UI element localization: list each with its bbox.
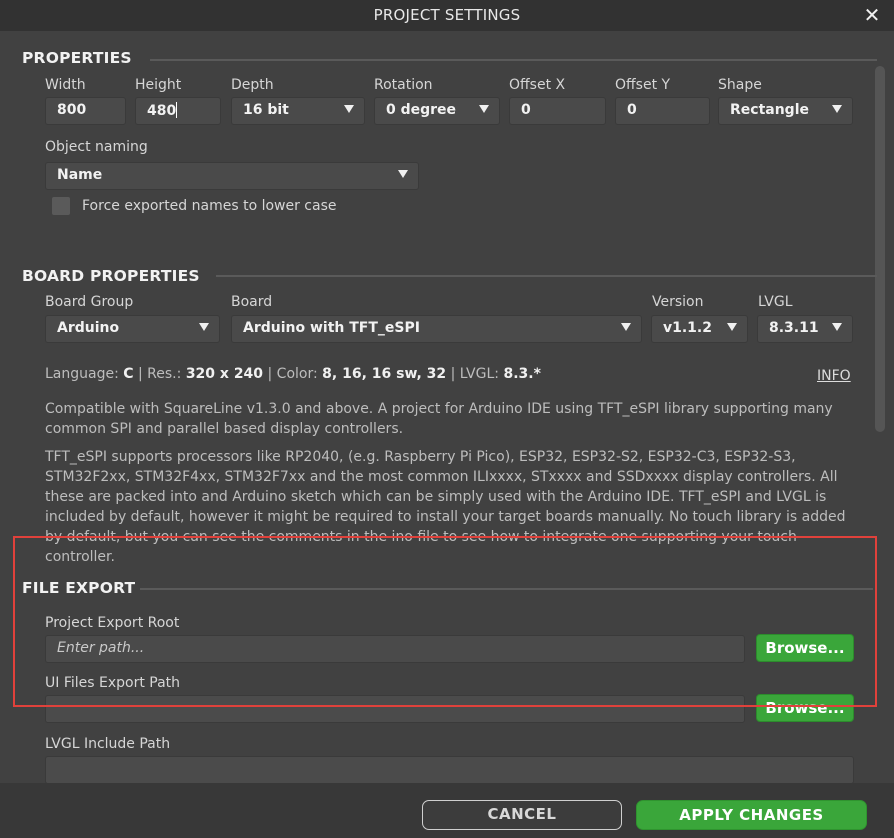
version-label: Version: [652, 294, 704, 310]
height-input[interactable]: 480: [135, 97, 221, 125]
depth-dropdown[interactable]: 16 bit: [231, 97, 365, 125]
shape-label: Shape: [718, 77, 762, 93]
chevron-down-icon: [479, 105, 489, 113]
separator: |: [138, 366, 143, 382]
lvgl-include-path-label: LVGL Include Path: [45, 736, 171, 752]
rotation-value: 0 degree: [386, 102, 457, 118]
board-group-value: Arduino: [57, 320, 120, 336]
properties-heading: PROPERTIES: [22, 49, 132, 67]
chevron-down-icon: [398, 170, 408, 178]
chevron-down-icon: [621, 323, 631, 331]
rotation-dropdown[interactable]: 0 degree: [374, 97, 500, 125]
board-group-dropdown[interactable]: Arduino: [45, 315, 220, 343]
language-label: Language:: [45, 366, 119, 382]
chevron-down-icon: [832, 105, 842, 113]
force-lowercase-checkbox[interactable]: [52, 197, 70, 215]
file-export-highlight: [13, 536, 877, 707]
width-label: Width: [45, 77, 86, 93]
scrollbar[interactable]: [875, 66, 885, 432]
project-settings-dialog: PROJECT SETTINGS ✕ PROPERTIES Width 800 …: [0, 0, 894, 838]
board-description: Compatible with SquareLine v1.3.0 and ab…: [45, 401, 833, 437]
cancel-button[interactable]: CANCEL: [422, 800, 622, 830]
separator: |: [450, 366, 456, 382]
title-bar: PROJECT SETTINGS ✕: [0, 0, 894, 31]
section-divider: [150, 59, 877, 61]
offset-x-label: Offset X: [509, 77, 566, 93]
board-dropdown[interactable]: Arduino with TFT_eSPI: [231, 315, 642, 343]
version-dropdown[interactable]: v1.1.2: [651, 315, 748, 343]
object-naming-value: Name: [57, 167, 103, 183]
close-icon[interactable]: ✕: [858, 1, 886, 29]
width-input[interactable]: 800: [45, 97, 126, 125]
lvgl-label: LVGL: [758, 294, 793, 310]
lvgl-value: 8.3.11: [769, 320, 819, 336]
board-value: Arduino with TFT_eSPI: [243, 320, 420, 336]
board-properties-heading: BOARD PROPERTIES: [22, 267, 200, 285]
shape-dropdown[interactable]: Rectangle: [718, 97, 853, 125]
lvgl-spec-value: 8.3.*: [503, 366, 541, 382]
board-group-label: Board Group: [45, 294, 134, 310]
text-cursor: [176, 102, 178, 118]
depth-value: 16 bit: [243, 102, 289, 118]
version-value: v1.1.2: [663, 320, 712, 336]
depth-label: Depth: [231, 77, 274, 93]
board-label: Board: [231, 294, 273, 310]
lvgl-spec-label: LVGL:: [459, 366, 500, 382]
object-naming-dropdown[interactable]: Name: [45, 162, 419, 190]
separator: |: [267, 366, 273, 382]
apply-changes-button[interactable]: APPLY CHANGES: [636, 800, 867, 830]
height-value: 480: [147, 103, 177, 119]
chevron-down-icon: [199, 323, 209, 331]
force-lowercase-label: Force exported names to lower case: [82, 198, 337, 214]
chevron-down-icon: [727, 323, 737, 331]
object-naming-label: Object naming: [45, 139, 148, 155]
chevron-down-icon: [344, 105, 354, 113]
section-divider: [216, 275, 877, 277]
offset-y-label: Offset Y: [615, 77, 671, 93]
offset-x-input[interactable]: 0: [509, 97, 606, 125]
lvgl-dropdown[interactable]: 8.3.11: [757, 315, 853, 343]
shape-value: Rectangle: [730, 102, 809, 118]
color-value: 8, 16, 16 sw, 32: [322, 366, 447, 382]
dialog-footer: CANCEL APPLY CHANGES: [0, 783, 894, 838]
board-spec-line: Language: C | Res.: 320 x 240 | Color: 8…: [45, 366, 541, 382]
height-label: Height: [135, 77, 182, 93]
color-label: Color:: [276, 366, 318, 382]
rotation-label: Rotation: [374, 77, 433, 93]
lvgl-include-path-input[interactable]: [45, 756, 854, 783]
resolution-value: 320 x 240: [185, 366, 264, 382]
resolution-label: Res.:: [147, 366, 182, 382]
chevron-down-icon: [832, 323, 842, 331]
info-link[interactable]: INFO: [817, 368, 851, 384]
language-value: C: [123, 366, 134, 382]
offset-y-input[interactable]: 0: [615, 97, 710, 125]
dialog-title: PROJECT SETTINGS: [373, 6, 521, 24]
